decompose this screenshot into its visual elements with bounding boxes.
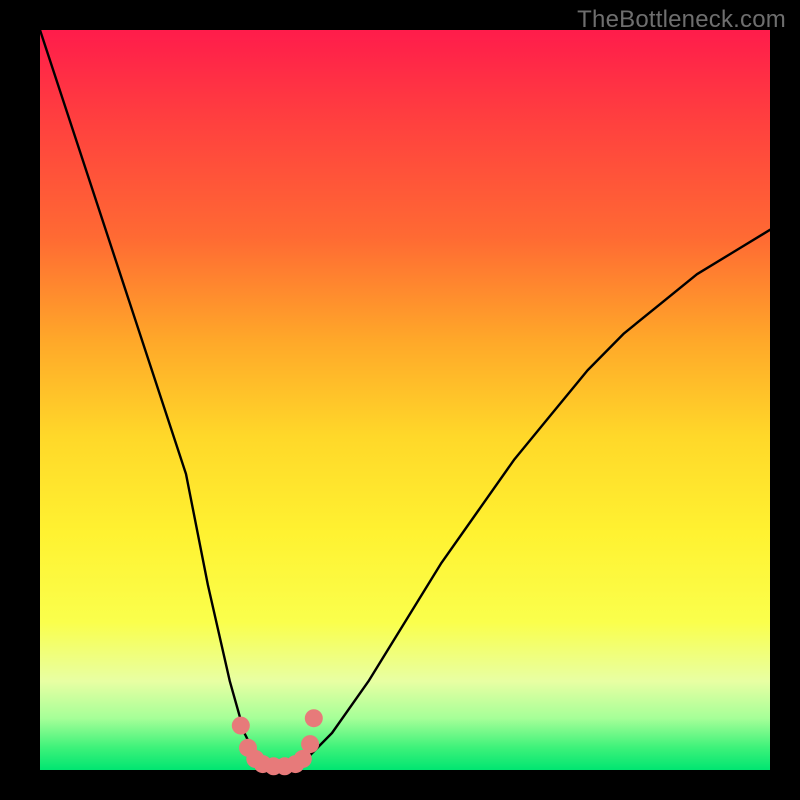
plot-area — [40, 30, 770, 770]
peak-marker — [305, 709, 323, 727]
peak-marker — [232, 717, 250, 735]
peak-markers — [232, 709, 323, 775]
bottleneck-curve — [40, 30, 770, 770]
curve-layer — [40, 30, 770, 770]
chart-frame: TheBottleneck.com — [0, 0, 800, 800]
peak-marker — [301, 735, 319, 753]
